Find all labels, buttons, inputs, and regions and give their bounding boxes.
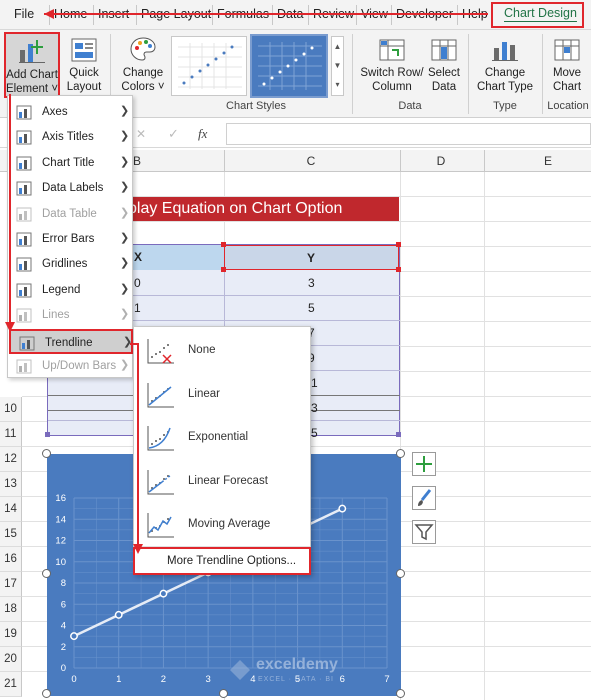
annotation-arrows: [5, 9, 488, 554]
